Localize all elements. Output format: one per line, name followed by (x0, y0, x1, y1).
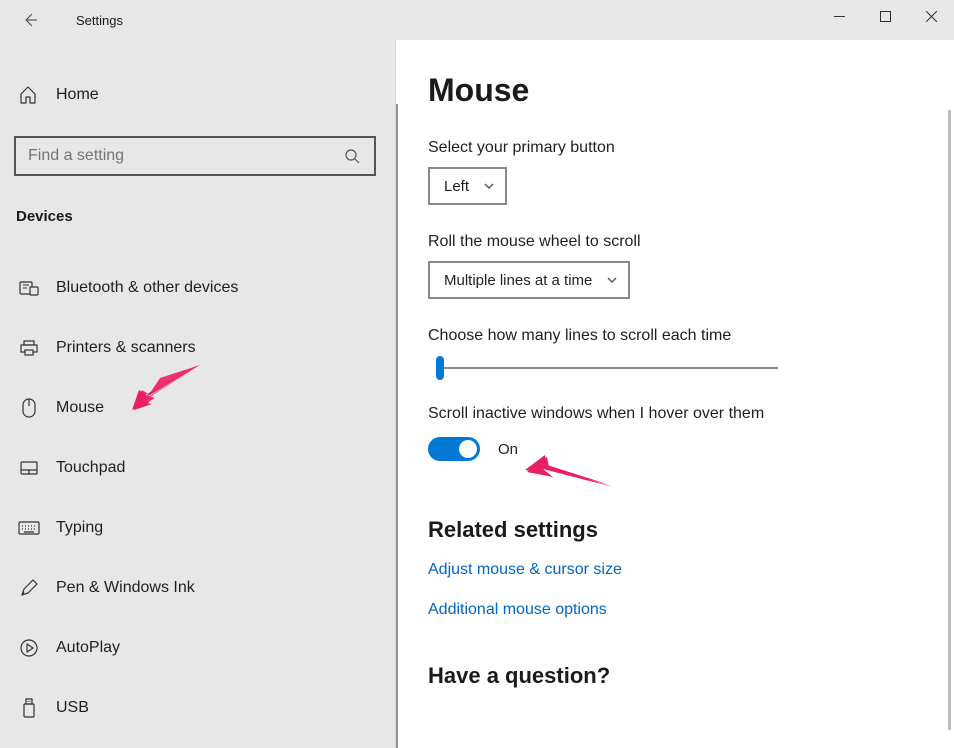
sidebar-item-label: Bluetooth & other devices (56, 279, 238, 297)
link-adjust-mouse[interactable]: Adjust mouse & cursor size (428, 561, 954, 579)
back-button[interactable] (14, 4, 46, 36)
page-title: Mouse (428, 72, 954, 109)
lines-scroll-label: Choose how many lines to scroll each tim… (428, 327, 954, 345)
sidebar: Home Devices Bluetooth & other devices P… (0, 40, 395, 748)
slider-track (436, 367, 778, 369)
sidebar-item-mouse[interactable]: Mouse (14, 385, 381, 431)
back-arrow-icon (22, 12, 38, 28)
sidebar-item-label: Pen & Windows Ink (56, 579, 195, 597)
home-icon (18, 85, 38, 105)
minimize-button[interactable] (816, 0, 862, 32)
sidebar-item-label: Mouse (56, 399, 104, 417)
hover-scroll-label: Scroll inactive windows when I hover ove… (428, 405, 954, 423)
toggle-state-label: On (498, 441, 518, 458)
sidebar-item-typing[interactable]: Typing (14, 505, 381, 551)
hover-scroll-toggle[interactable] (428, 437, 480, 461)
mouse-icon (18, 398, 40, 418)
maximize-button[interactable] (862, 0, 908, 32)
primary-button-label: Select your primary button (428, 139, 954, 157)
search-box[interactable] (14, 136, 376, 176)
sidebar-item-label: Typing (56, 519, 103, 537)
sidebar-item-label: Touchpad (56, 459, 125, 477)
wheel-scroll-dropdown[interactable]: Multiple lines at a time (428, 261, 630, 299)
pen-icon (18, 578, 40, 598)
dropdown-value: Left (444, 178, 469, 195)
sidebar-home[interactable]: Home (14, 72, 381, 118)
close-icon (926, 11, 937, 22)
related-settings-header: Related settings (428, 517, 954, 543)
search-icon (344, 148, 362, 164)
sidebar-item-autoplay[interactable]: AutoPlay (14, 625, 381, 671)
sidebar-home-label: Home (56, 86, 99, 104)
chevron-down-icon (606, 274, 618, 286)
sidebar-item-label: Printers & scanners (56, 339, 196, 357)
toggle-knob (459, 440, 477, 458)
printer-icon (18, 339, 40, 357)
maximize-icon (880, 11, 891, 22)
sidebar-group-header: Devices (16, 208, 381, 225)
dropdown-value: Multiple lines at a time (444, 272, 592, 289)
link-additional-mouse[interactable]: Additional mouse options (428, 601, 954, 619)
sidebar-item-label: USB (56, 699, 89, 717)
question-header: Have a question? (428, 663, 954, 689)
sidebar-item-label: AutoPlay (56, 639, 120, 657)
minimize-icon (834, 11, 845, 22)
usb-icon (18, 698, 40, 718)
slider-thumb[interactable] (436, 356, 444, 380)
sidebar-item-usb[interactable]: USB (14, 685, 381, 731)
sidebar-item-bluetooth[interactable]: Bluetooth & other devices (14, 265, 381, 311)
keyboard-icon (18, 521, 40, 535)
lines-scroll-slider[interactable] (428, 355, 778, 385)
touchpad-icon (18, 460, 40, 476)
sidebar-item-touchpad[interactable]: Touchpad (14, 445, 381, 491)
window-title: Settings (76, 13, 123, 28)
chevron-down-icon (483, 180, 495, 192)
close-button[interactable] (908, 0, 954, 32)
primary-button-dropdown[interactable]: Left (428, 167, 507, 205)
sidebar-item-printers[interactable]: Printers & scanners (14, 325, 381, 371)
main-scroll-indicator (395, 104, 398, 748)
search-input[interactable] (28, 147, 344, 165)
bluetooth-icon (18, 279, 40, 297)
wheel-scroll-label: Roll the mouse wheel to scroll (428, 233, 954, 251)
vertical-scrollbar[interactable] (948, 110, 951, 730)
main-panel: Mouse Select your primary button Left Ro… (395, 40, 954, 748)
autoplay-icon (18, 638, 40, 658)
sidebar-item-pen[interactable]: Pen & Windows Ink (14, 565, 381, 611)
